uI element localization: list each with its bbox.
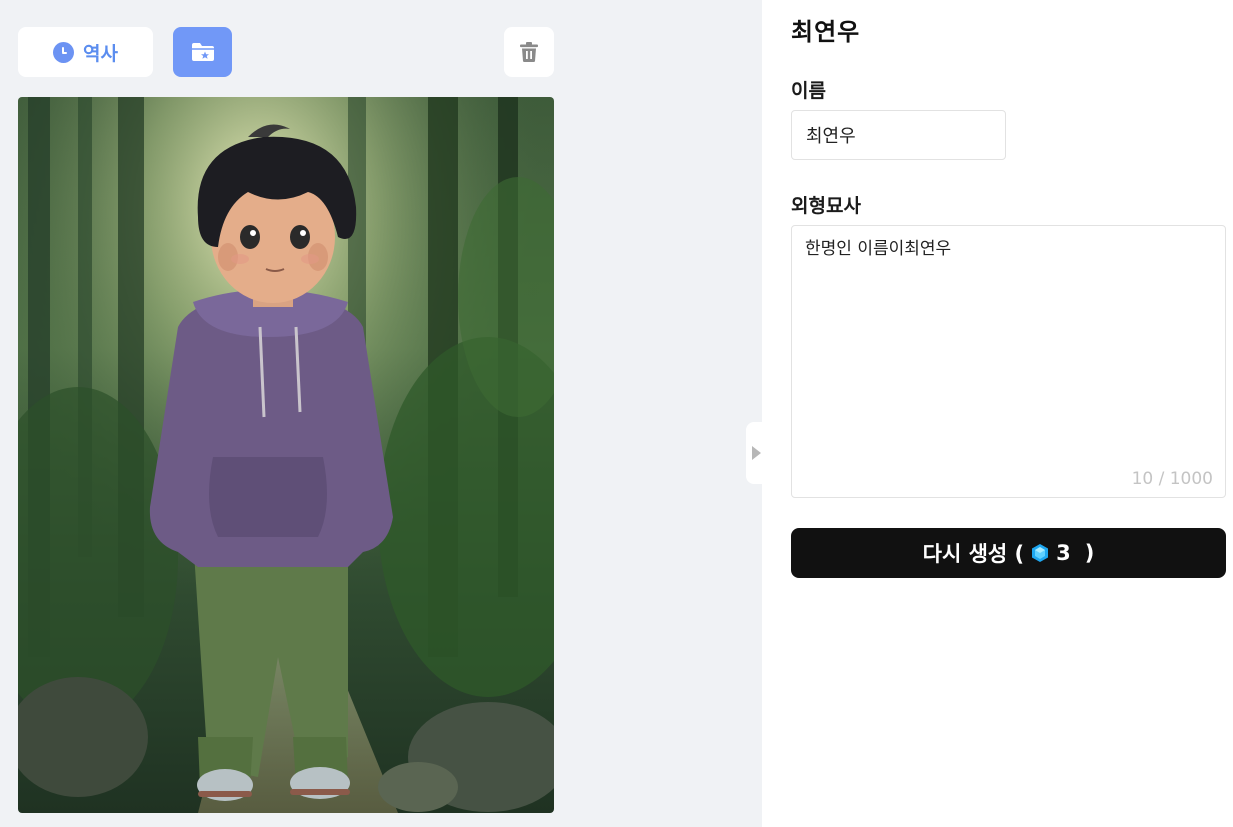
collapse-panel-toggle[interactable] [746,422,762,484]
caret-right-icon [751,446,761,460]
page-title: 최연우 [791,17,861,46]
regenerate-label: 다시 생성 ( [922,542,1025,566]
regenerate-button[interactable]: 다시 생성 ( 3 ) [791,528,1226,578]
clock-icon [53,41,75,63]
generated-character-image[interactable] [18,97,554,813]
char-count: 10 / 1000 [1131,469,1213,489]
delete-button[interactable] [504,27,554,77]
name-label: 이름 [791,80,826,102]
history-label: 역사 [83,42,118,65]
description-label: 외형묘사 [791,195,861,217]
trash-icon [520,42,538,62]
regenerate-cost: 3 [1056,541,1071,565]
folder-star-icon [191,43,214,61]
save-to-folder-button[interactable] [173,27,232,77]
name-field[interactable] [791,110,1006,160]
left-pane: 역사 [0,0,762,827]
regenerate-close: ) [1084,541,1095,565]
history-button[interactable]: 역사 [18,27,153,77]
description-text: 한명인 이름이최연우 [805,239,952,259]
right-pane: 최연우 이름 외형묘사 한명인 이름이최연우 10 / 1000 다시 생성 (… [762,0,1233,827]
description-textarea[interactable]: 한명인 이름이최연우 10 / 1000 [791,225,1226,498]
gem-icon [1032,544,1049,562]
